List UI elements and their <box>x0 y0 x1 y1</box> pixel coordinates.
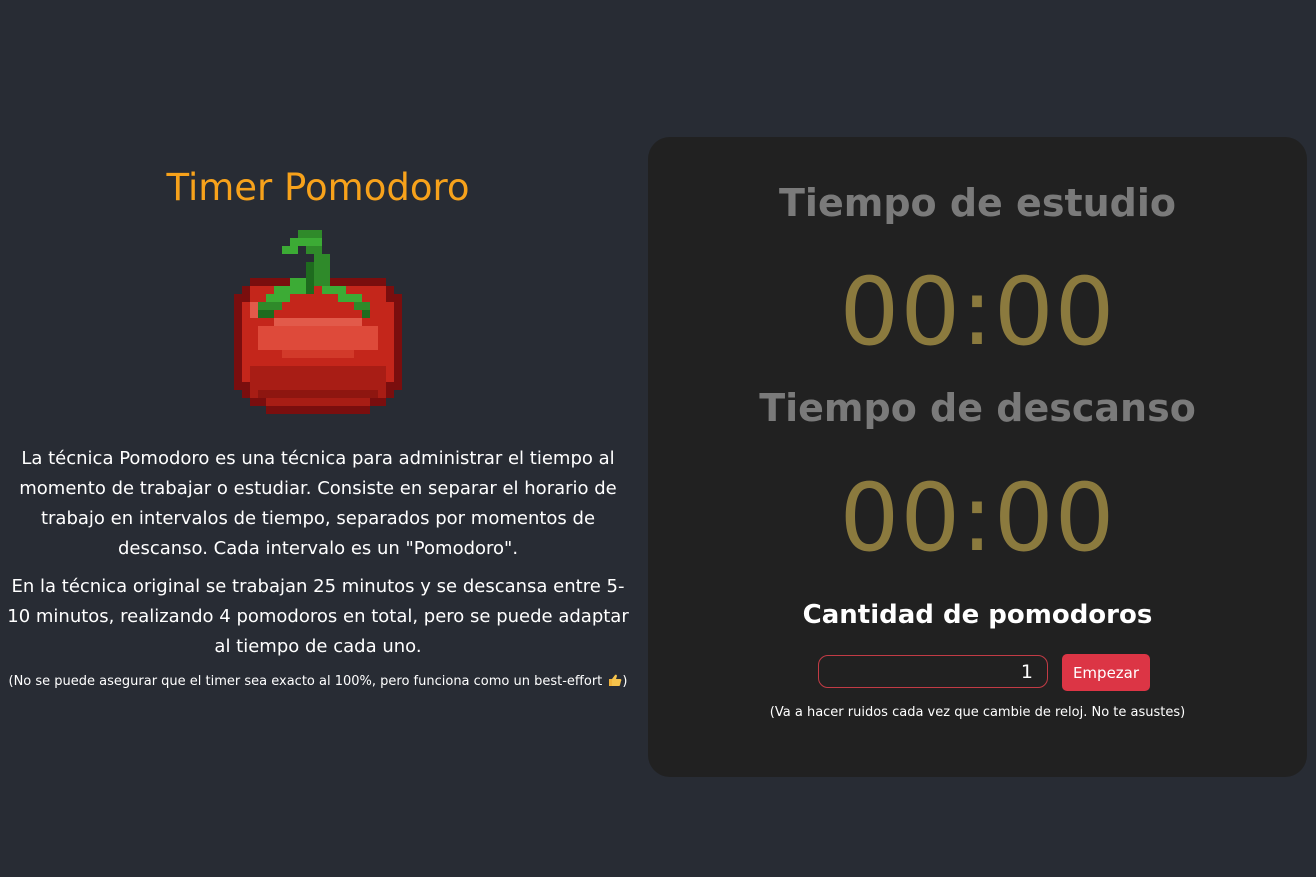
pomodoro-count-input[interactable] <box>818 655 1048 688</box>
study-time-label: Tiempo de estudio <box>779 181 1176 225</box>
timer-card: Tiempo de estudio 00:00 Tiempo de descan… <box>648 137 1307 777</box>
page: Timer Pomodoro La técnica Pomodoro es un… <box>0 0 1316 877</box>
timer-controls: Empezar <box>818 654 1150 692</box>
break-timer-display: 00:00 <box>839 464 1116 573</box>
start-button[interactable]: Empezar <box>1062 654 1150 691</box>
pixel-tomato-icon <box>234 230 402 414</box>
thumbs-up-icon <box>609 674 622 686</box>
break-time-label: Tiempo de descanso <box>759 386 1196 430</box>
pomodoro-count-label: Cantidad de pomodoros <box>802 600 1153 630</box>
accuracy-note-end: ) <box>622 674 628 689</box>
accuracy-note-text: (No se puede asegurar que el timer sea e… <box>8 674 603 689</box>
description-paragraph-original: En la técnica original se trabajan 25 mi… <box>7 576 629 657</box>
accuracy-note: (No se puede asegurar que el timer sea e… <box>0 672 636 692</box>
page-title: Timer Pomodoro <box>166 166 470 209</box>
sound-warning: (Va a hacer ruidos cada vez que cambie d… <box>769 705 1186 720</box>
study-timer-display: 00:00 <box>839 258 1116 367</box>
description-paragraph: La técnica Pomodoro es una técnica para … <box>19 448 617 559</box>
intro-section: Timer Pomodoro La técnica Pomodoro es un… <box>0 160 636 692</box>
